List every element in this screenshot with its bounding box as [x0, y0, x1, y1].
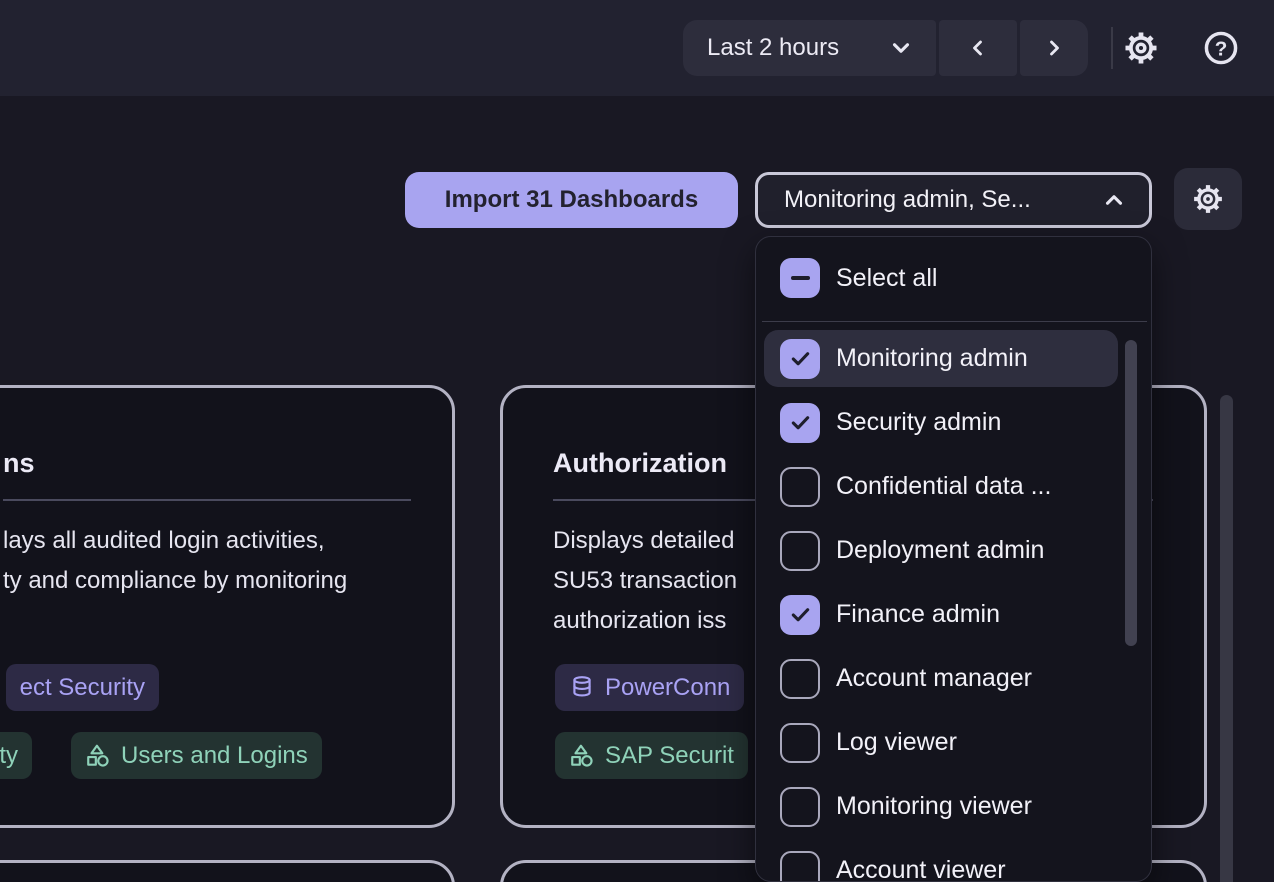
- tag-label: Users and Logins: [121, 742, 308, 770]
- card-description-line: lays all audited login activities,: [3, 521, 347, 561]
- tag-sap-security: SAP Securit: [555, 732, 748, 779]
- dropdown-divider: [762, 321, 1147, 322]
- dropdown-option-label: Monitoring admin: [836, 344, 1028, 373]
- dropdown-option[interactable]: Security admin: [764, 394, 1118, 451]
- help-icon: ?: [1202, 29, 1240, 67]
- dropdown-option[interactable]: Finance admin: [764, 586, 1118, 643]
- dropdown-option-list: Monitoring admin Security admin Confiden…: [764, 330, 1118, 882]
- svg-text:?: ?: [1215, 37, 1228, 60]
- select-all-option[interactable]: Select all: [764, 249, 1118, 307]
- chevron-down-icon: [888, 35, 914, 61]
- time-range-button[interactable]: Last 2 hours: [683, 20, 936, 76]
- dropdown-option-label: Monitoring viewer: [836, 792, 1032, 821]
- tag-label: SAP Securit: [605, 742, 734, 770]
- dropdown-option[interactable]: Log viewer: [764, 714, 1118, 771]
- permission-dropdown-panel: Select all Monitoring admin Security adm…: [755, 236, 1152, 882]
- time-range-previous-button[interactable]: [939, 20, 1017, 76]
- dropdown-option[interactable]: Account manager: [764, 650, 1118, 707]
- topbar-divider: [1111, 27, 1113, 69]
- dropdown-scrollbar[interactable]: [1125, 340, 1137, 646]
- filter-settings-button[interactable]: [1174, 168, 1242, 230]
- gear-icon: [1191, 182, 1225, 216]
- import-dashboards-button[interactable]: Import 31 Dashboards: [405, 172, 738, 228]
- checkbox-unchecked[interactable]: [780, 467, 820, 507]
- card-title-divider: [3, 499, 411, 501]
- card-description: Displays detailed SU53 transaction autho…: [553, 521, 737, 641]
- tag-label: ty: [0, 742, 18, 770]
- minus-icon: [791, 276, 810, 280]
- dropdown-option[interactable]: Account viewer: [764, 842, 1118, 882]
- shapes-icon: [85, 743, 111, 769]
- checkbox-unchecked[interactable]: [780, 659, 820, 699]
- tag-powerconnect: PowerConn: [555, 664, 744, 711]
- gear-icon: [1122, 29, 1160, 67]
- dropdown-option-label: Security admin: [836, 408, 1001, 437]
- dropdown-option-label: Log viewer: [836, 728, 957, 757]
- tag-label: ect Security: [20, 674, 145, 702]
- select-all-label: Select all: [836, 264, 937, 293]
- dashboard-card-row2-left[interactable]: [0, 860, 455, 882]
- dropdown-option[interactable]: Monitoring viewer: [764, 778, 1118, 835]
- tag-label: PowerConn: [605, 674, 730, 702]
- card-description: lays all audited login activities, ty an…: [3, 521, 347, 601]
- checkbox-unchecked[interactable]: [780, 531, 820, 571]
- card-description-line: authorization iss: [553, 601, 737, 641]
- card-title: Authorization: [553, 446, 727, 480]
- page-scrollbar[interactable]: [1220, 395, 1233, 882]
- select-all-checkbox[interactable]: [780, 258, 820, 298]
- topbar: Last 2 hours: [0, 0, 1274, 96]
- card-description-line: ty and compliance by monitoring: [3, 561, 347, 601]
- permission-filter-value: Monitoring admin, Se...: [784, 186, 1031, 214]
- shapes-icon: [569, 743, 595, 769]
- tag-users-and-logins: Users and Logins: [71, 732, 322, 779]
- card-description-line: SU53 transaction: [553, 561, 737, 601]
- dropdown-option-label: Confidential data ...: [836, 472, 1051, 501]
- tag-powerconnect-security: ect Security: [6, 664, 159, 711]
- checkbox-checked[interactable]: [780, 339, 820, 379]
- dropdown-option-label: Account manager: [836, 664, 1032, 693]
- help-button[interactable]: ?: [1201, 28, 1241, 68]
- permission-filter-select[interactable]: Monitoring admin, Se...: [755, 172, 1152, 228]
- time-range-next-button[interactable]: [1020, 20, 1088, 76]
- checkbox-unchecked[interactable]: [780, 851, 820, 882]
- dashboard-card-users-logins[interactable]: ns lays all audited login activities, ty…: [0, 385, 455, 828]
- chevron-left-icon: [966, 36, 990, 60]
- checkbox-unchecked[interactable]: [780, 787, 820, 827]
- dropdown-option-label: Finance admin: [836, 600, 1000, 629]
- dropdown-option[interactable]: Monitoring admin: [764, 330, 1118, 387]
- dropdown-option-label: Deployment admin: [836, 536, 1044, 565]
- checkbox-unchecked[interactable]: [780, 723, 820, 763]
- card-title: ns: [3, 446, 35, 480]
- time-range-label: Last 2 hours: [707, 34, 839, 62]
- dropdown-option[interactable]: Confidential data ...: [764, 458, 1118, 515]
- chevron-up-icon: [1101, 187, 1127, 213]
- dropdown-option-label: Account viewer: [836, 856, 1006, 882]
- tag-sap-security: ty: [0, 732, 32, 779]
- database-icon: [569, 675, 595, 701]
- checkbox-checked[interactable]: [780, 595, 820, 635]
- dropdown-option[interactable]: Deployment admin: [764, 522, 1118, 579]
- checkbox-checked[interactable]: [780, 403, 820, 443]
- card-description-line: Displays detailed: [553, 521, 737, 561]
- chevron-right-icon: [1042, 36, 1066, 60]
- settings-button[interactable]: [1121, 28, 1161, 68]
